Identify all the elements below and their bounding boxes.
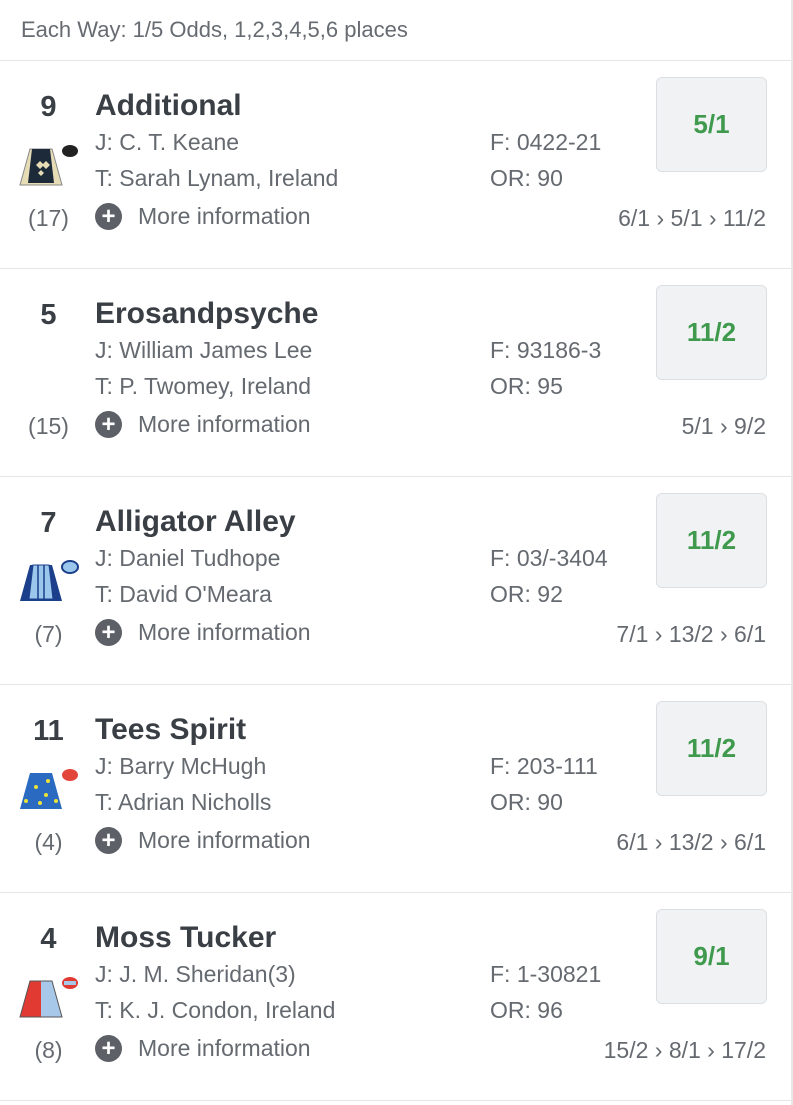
- runner-number: 11: [33, 715, 64, 747]
- draw-number: (17): [28, 205, 69, 231]
- trainer-name: T: P. Twomey, Ireland: [95, 373, 312, 399]
- trainer-name: T: K. J. Condon, Ireland: [95, 997, 336, 1023]
- form-figures: F: 03/-3404: [490, 545, 608, 571]
- runner-number: 7: [40, 507, 57, 539]
- more-information-label: More information: [138, 827, 311, 853]
- odds-button[interactable]: 5/1: [656, 77, 767, 172]
- odds-button[interactable]: 11/2: [656, 701, 767, 796]
- official-rating: OR: 95: [490, 373, 563, 399]
- trainer-name: T: David O'Meara: [95, 581, 272, 607]
- runner-name: Tees Spirit: [95, 713, 247, 746]
- odds-history: 6/1 › 13/2 › 6/1: [616, 829, 766, 855]
- jockey-silks-icon: [20, 769, 78, 809]
- form-figures: F: 203-111: [490, 753, 598, 779]
- trainer-name: T: Sarah Lynam, Ireland: [95, 165, 339, 191]
- more-information-link[interactable]: + More information: [95, 619, 311, 646]
- draw-number: (4): [34, 829, 63, 855]
- odds-history: 5/1 › 9/2: [681, 413, 766, 439]
- runner-row: 11 Tees Spirit J: Barry McHugh T: Adrian…: [0, 685, 791, 893]
- odds-button[interactable]: 11/2: [656, 493, 767, 588]
- jockey-name: J: Daniel Tudhope: [95, 545, 281, 571]
- jockey-silks-icon: [19, 977, 78, 1018]
- runner-name: Moss Tucker: [95, 921, 277, 954]
- more-information-label: More information: [138, 203, 311, 229]
- runner-name: Alligator Alley: [95, 505, 296, 538]
- odds-history: 15/2 › 8/1 › 17/2: [603, 1037, 766, 1063]
- runner-name: Additional: [95, 89, 242, 122]
- runner-name: Erosandpsyche: [95, 297, 319, 330]
- trainer-name: T: Adrian Nicholls: [95, 789, 272, 815]
- more-information-link[interactable]: + More information: [95, 1035, 311, 1062]
- more-information-label: More information: [138, 1035, 311, 1061]
- plus-circle-icon: +: [95, 619, 122, 646]
- form-figures: F: 1-30821: [490, 961, 602, 987]
- runner-row: 5 Erosandpsyche J: William James Lee T: …: [0, 269, 791, 477]
- more-information-link[interactable]: + More information: [95, 827, 311, 854]
- runner-row: 7 Alligator Alley J: Daniel Tudhope T: D…: [0, 477, 791, 685]
- each-way-terms: Each Way: 1/5 Odds, 1,2,3,4,5,6 places: [0, 0, 791, 61]
- official-rating: OR: 90: [490, 165, 563, 191]
- plus-circle-icon: +: [95, 1035, 122, 1062]
- official-rating: OR: 92: [490, 581, 563, 607]
- more-information-label: More information: [138, 411, 311, 437]
- jockey-silks-icon: [20, 560, 79, 601]
- more-information-link[interactable]: + More information: [95, 203, 311, 230]
- more-information-label: More information: [138, 619, 311, 645]
- official-rating: OR: 96: [490, 997, 563, 1023]
- form-figures: F: 0422-21: [490, 129, 602, 155]
- jockey-name: J: C. T. Keane: [95, 129, 240, 155]
- runner-number: 5: [40, 299, 57, 331]
- odds-button[interactable]: 9/1: [656, 909, 767, 1004]
- runner-row: 4 Moss Tucker J: J. M. Sheridan(3) T: K.…: [0, 893, 791, 1101]
- more-information-link[interactable]: + More information: [95, 411, 311, 438]
- draw-number: (15): [28, 413, 69, 439]
- jockey-name: J: J. M. Sheridan(3): [95, 961, 296, 987]
- odds-button[interactable]: 11/2: [656, 285, 767, 380]
- jockey-silks-icon: [19, 145, 78, 186]
- racecard: Each Way: 1/5 Odds, 1,2,3,4,5,6 places 9…: [0, 0, 793, 1105]
- plus-circle-icon: +: [95, 411, 122, 438]
- runner-number: 9: [40, 91, 57, 123]
- odds-history: 7/1 › 13/2 › 6/1: [616, 621, 766, 647]
- runner-row: 9 Additional J: C. T. Keane T: Sarah Lyn…: [0, 61, 791, 269]
- draw-number: (8): [34, 1037, 63, 1063]
- plus-circle-icon: +: [95, 827, 122, 854]
- odds-history: 6/1 › 5/1 › 11/2: [618, 205, 766, 231]
- each-way-text: Each Way: 1/5 Odds, 1,2,3,4,5,6 places: [21, 17, 408, 42]
- jockey-name: J: William James Lee: [95, 337, 313, 363]
- runner-number: 4: [40, 923, 57, 955]
- official-rating: OR: 90: [490, 789, 563, 815]
- form-figures: F: 93186-3: [490, 337, 602, 363]
- draw-number: (7): [34, 621, 63, 647]
- jockey-name: J: Barry McHugh: [95, 753, 267, 779]
- plus-circle-icon: +: [95, 203, 122, 230]
